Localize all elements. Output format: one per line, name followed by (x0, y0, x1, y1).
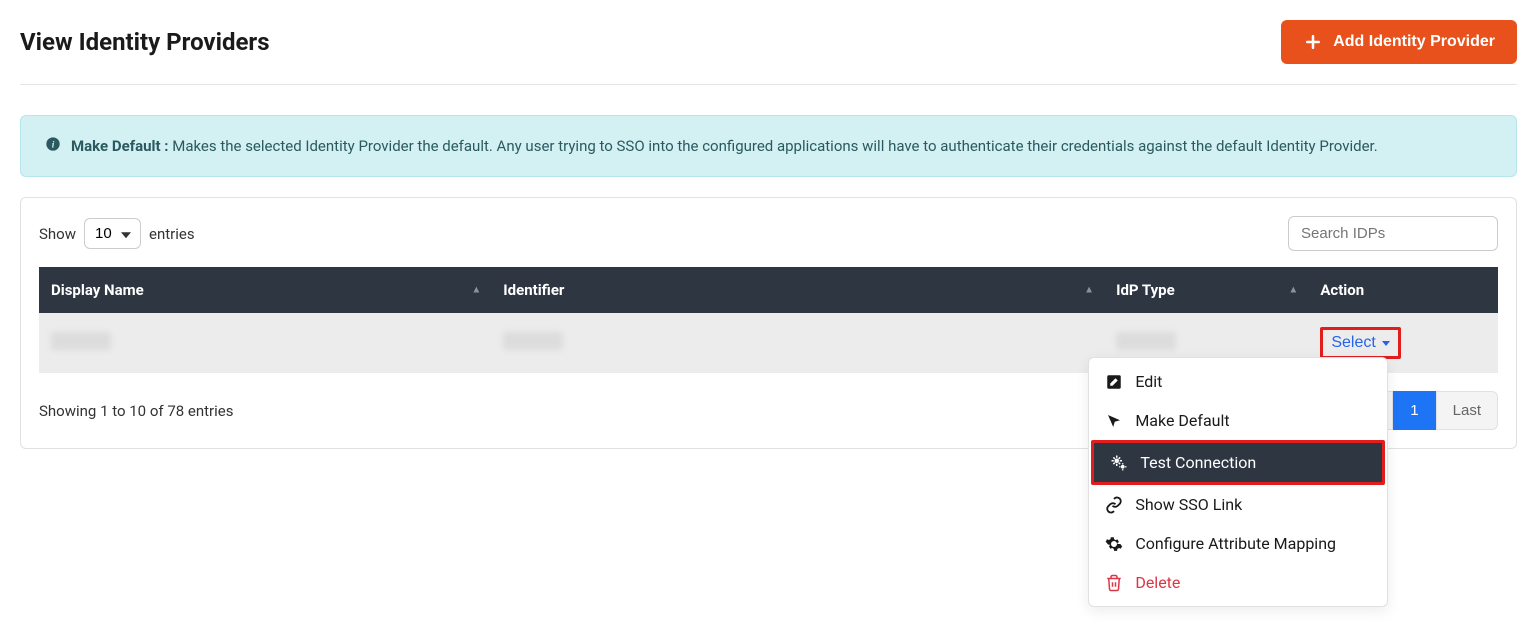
edit-icon (1105, 373, 1123, 391)
info-icon: i (45, 136, 61, 152)
menu-label: Configure Attribute Mapping (1135, 534, 1336, 553)
sort-icon: ▲ (1084, 285, 1094, 296)
caret-down-icon (1382, 341, 1390, 346)
menu-label: Edit (1135, 372, 1162, 391)
page-last-button[interactable]: Last (1436, 391, 1498, 430)
show-label: Show (39, 225, 76, 243)
idp-table: Display Name ▲ Identifier ▲ IdP Type ▲ A… (39, 267, 1498, 373)
select-label: Select (1331, 334, 1375, 352)
table-showing-info: Showing 1 to 10 of 78 entries (39, 402, 233, 420)
cell-identifier (503, 332, 563, 350)
banner-text: Makes the selected Identity Provider the… (169, 137, 1378, 155)
menu-item-edit[interactable]: Edit (1089, 362, 1387, 401)
search-input[interactable] (1288, 216, 1498, 251)
cell-idp-type (1116, 332, 1176, 350)
cursor-icon (1105, 412, 1123, 430)
col-idp-type-label: IdP Type (1116, 281, 1175, 299)
show-entries-control: Show 10 entries (39, 218, 195, 249)
col-display-name[interactable]: Display Name ▲ (39, 267, 491, 313)
menu-item-delete[interactable]: Delete (1089, 563, 1387, 602)
info-banner: i Make Default : Makes the selected Iden… (20, 115, 1517, 177)
trash-icon (1105, 574, 1123, 592)
col-action-label: Action (1320, 281, 1364, 299)
sort-icon: ▲ (1288, 285, 1298, 296)
gears-icon (1110, 454, 1128, 472)
row-action-select[interactable]: Select (1320, 327, 1400, 359)
menu-item-show-sso-link[interactable]: Show SSO Link (1089, 485, 1387, 524)
col-idp-type[interactable]: IdP Type ▲ (1104, 267, 1308, 313)
svg-text:i: i (52, 140, 55, 150)
add-identity-provider-button[interactable]: Add Identity Provider (1281, 20, 1517, 64)
page-size-select[interactable]: 10 (84, 218, 141, 249)
col-display-name-label: Display Name (51, 281, 144, 299)
col-identifier-label: Identifier (503, 281, 564, 299)
cell-display-name (51, 332, 111, 350)
table-row: Select Edit Make Default (39, 313, 1498, 373)
gear-icon (1105, 535, 1123, 553)
link-icon (1105, 496, 1123, 514)
menu-label: Show SSO Link (1135, 495, 1242, 514)
idp-table-card: Show 10 entries Display Name ▲ (20, 197, 1517, 449)
menu-label: Test Connection (1140, 453, 1256, 472)
menu-item-test-connection[interactable]: Test Connection (1091, 440, 1385, 485)
page-number-button[interactable]: 1 (1393, 391, 1435, 430)
menu-item-make-default[interactable]: Make Default (1089, 401, 1387, 440)
col-action: Action (1308, 267, 1498, 313)
sort-icon: ▲ (471, 285, 481, 296)
menu-item-configure-attribute-mapping[interactable]: Configure Attribute Mapping (1089, 524, 1387, 563)
col-identifier[interactable]: Identifier ▲ (491, 267, 1104, 313)
entries-label: entries (149, 225, 195, 243)
menu-label: Delete (1135, 573, 1180, 592)
plus-icon (1303, 32, 1323, 52)
banner-label: Make Default : (71, 137, 169, 155)
action-dropdown-menu: Edit Make Default Test Connection (1088, 357, 1388, 607)
page-title: View Identity Providers (20, 28, 270, 56)
add-button-label: Add Identity Provider (1333, 33, 1495, 51)
menu-label: Make Default (1135, 411, 1229, 430)
